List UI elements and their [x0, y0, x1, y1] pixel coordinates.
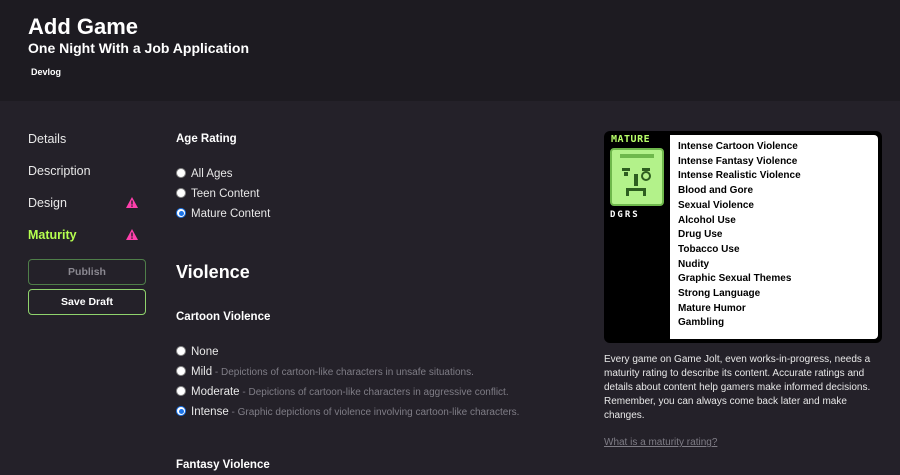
rating-badge: MATURE	[611, 134, 651, 145]
rating-descriptor: Intense Cartoon Violence	[678, 141, 798, 152]
save-draft-button[interactable]: Save Draft	[28, 289, 146, 315]
age-rating-label: Age Rating	[176, 133, 237, 145]
radio-label: Intense	[191, 406, 229, 418]
radio-label: Mature Content	[191, 208, 271, 220]
page-title: Add Game	[28, 14, 139, 39]
fantasy-violence-label: Fantasy Violence	[176, 459, 270, 471]
rating-descriptor: Mature Humor	[678, 302, 746, 314]
rating-descriptor: Strong Language	[678, 288, 761, 300]
rating-mascot-icon	[610, 148, 664, 206]
page-header: Add Game One Night With a Job Applicatio…	[0, 0, 900, 101]
radio-cartoon-mild[interactable]: Mild - Depictions of cartoon-like charac…	[176, 366, 474, 378]
radio-mature-content[interactable]: Mature Content	[176, 208, 270, 220]
rating-descriptor: Intense Fantasy Violence	[678, 155, 798, 167]
maturity-rating-card: MATURE DGRS Intense Cartoon Violence Inte…	[604, 131, 882, 343]
option-description: - Depictions of cartoon-like characters …	[212, 367, 474, 378]
rating-descriptor: Drug Use	[678, 229, 723, 241]
rating-descriptor: Gambling	[678, 317, 725, 329]
rating-descriptors-panel: Intense Cartoon Violence Intense Fantasy …	[670, 135, 878, 339]
radio-button[interactable]	[176, 366, 186, 376]
rating-descriptor: Intense Realistic Violence	[678, 170, 801, 182]
radio-label: Moderate	[191, 386, 240, 398]
rating-org-logo: DGRS	[610, 210, 640, 220]
rating-descriptor: Graphic Sexual Themes	[678, 273, 792, 285]
sidebar-item-maturity[interactable]: Maturity	[28, 228, 77, 242]
option-description: - Depictions of cartoon-like characters …	[239, 387, 509, 398]
rating-descriptors-list: Intense Cartoon Violence Intense Fantasy …	[678, 140, 801, 331]
tab-devlog[interactable]: Devlog	[31, 67, 61, 77]
radio-button-selected[interactable]	[176, 208, 186, 218]
sidebar-item-design[interactable]: Design	[28, 196, 67, 210]
sidebar-item-details[interactable]: Details	[28, 132, 66, 146]
radio-button-selected[interactable]	[176, 406, 186, 416]
cartoon-violence-label: Cartoon Violence	[176, 311, 271, 323]
rating-descriptor: Alcohol Use	[678, 214, 736, 226]
radio-teen-content[interactable]: Teen Content	[176, 188, 259, 200]
rating-descriptor: Tobacco Use	[678, 243, 740, 255]
warning-icon	[126, 229, 138, 240]
maturity-help-link[interactable]: What is a maturity rating?	[604, 437, 717, 448]
warning-icon	[126, 197, 138, 208]
rating-descriptor: Sexual Violence	[678, 199, 754, 211]
sidebar-item-description[interactable]: Description	[28, 164, 91, 178]
radio-cartoon-intense[interactable]: Intense - Graphic depictions of violence…	[176, 406, 519, 418]
violence-heading: Violence	[176, 262, 250, 282]
radio-label: None	[191, 346, 219, 358]
radio-label: Mild	[191, 366, 213, 378]
radio-cartoon-none[interactable]: None	[176, 346, 219, 358]
rating-descriptor: Nudity	[678, 258, 710, 270]
radio-button[interactable]	[176, 168, 186, 178]
radio-all-ages[interactable]: All Ages	[176, 168, 233, 180]
radio-button[interactable]	[176, 188, 186, 198]
radio-label: Teen Content	[191, 188, 260, 200]
radio-button[interactable]	[176, 386, 186, 396]
radio-cartoon-moderate[interactable]: Moderate - Depictions of cartoon-like ch…	[176, 386, 509, 398]
radio-button[interactable]	[176, 346, 186, 356]
rating-descriptor: Blood and Gore	[678, 185, 753, 197]
game-title: One Night With a Job Application	[28, 40, 250, 56]
radio-label: All Ages	[191, 168, 233, 180]
option-description: - Graphic depictions of violence involvi…	[228, 407, 520, 418]
maturity-info-text: Every game on Game Jolt, even works-in-p…	[604, 354, 871, 421]
publish-button[interactable]: Publish	[28, 259, 146, 285]
